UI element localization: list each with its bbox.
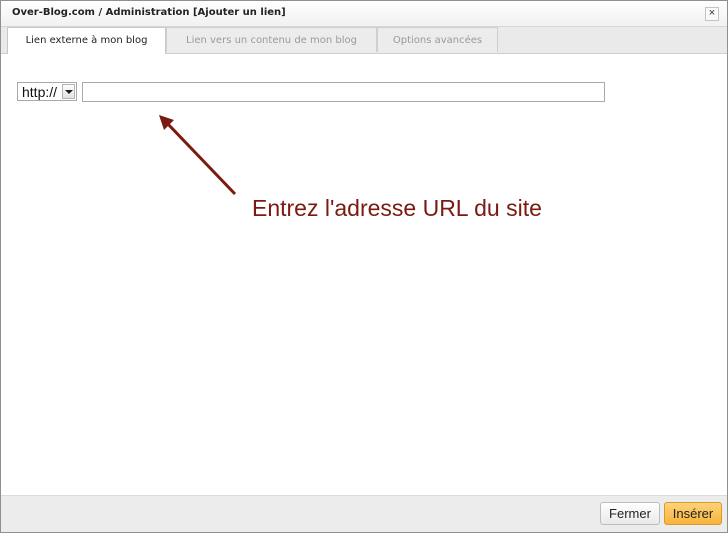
close-button[interactable]: Fermer — [600, 502, 660, 525]
tab-advanced-options[interactable]: Options avancées — [377, 27, 498, 52]
close-icon[interactable]: × — [705, 7, 719, 21]
dialog-content: http:// Entrez l'adresse URL du site — [1, 54, 727, 495]
annotation-text: Entrez l'adresse URL du site — [252, 195, 542, 221]
tab-external-link[interactable]: Lien externe à mon blog — [7, 27, 166, 54]
annotation-arrow-icon — [159, 115, 237, 196]
dialog-titlebar: Over-Blog.com / Administration [Ajouter … — [1, 1, 727, 27]
tab-bar: Lien externe à mon blog Lien vers un con… — [1, 27, 727, 54]
insert-button[interactable]: Insérer — [664, 502, 722, 525]
dialog-footer: Fermer Insérer — [1, 495, 727, 532]
add-link-dialog: Over-Blog.com / Administration [Ajouter … — [0, 0, 728, 533]
dialog-title: Over-Blog.com / Administration [Ajouter … — [12, 7, 286, 18]
tab-internal-content[interactable]: Lien vers un contenu de mon blog — [166, 27, 377, 52]
